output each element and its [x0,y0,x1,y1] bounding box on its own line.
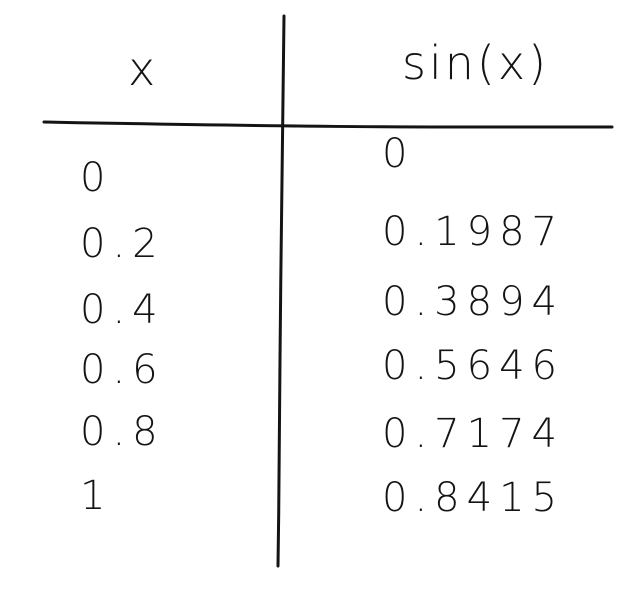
handwritten-table: x sin(x) 0 0 0.2 0.1987 0.4 0.3894 0.6 0… [0,0,640,594]
table-row-x: 0.2 [80,221,165,267]
table-row-x: 1 [80,473,113,519]
table-row-x: 0.8 [80,409,165,455]
table-row-sin: 0.5646 [382,343,564,389]
table-row-sin: 0.1987 [382,209,564,255]
table-row-x: 0.6 [80,347,165,393]
table-row-sin: 0.8415 [382,475,564,521]
table-body: 0 0 0.2 0.1987 0.4 0.3894 0.6 0.5646 0.8… [0,0,640,594]
table-row-sin: 0.3894 [382,279,564,325]
table-row-sin: 0 [382,131,415,177]
table-row-x: 0.4 [80,287,165,333]
table-row-sin: 0.7174 [382,411,564,457]
table-row-x: 0 [80,155,113,201]
